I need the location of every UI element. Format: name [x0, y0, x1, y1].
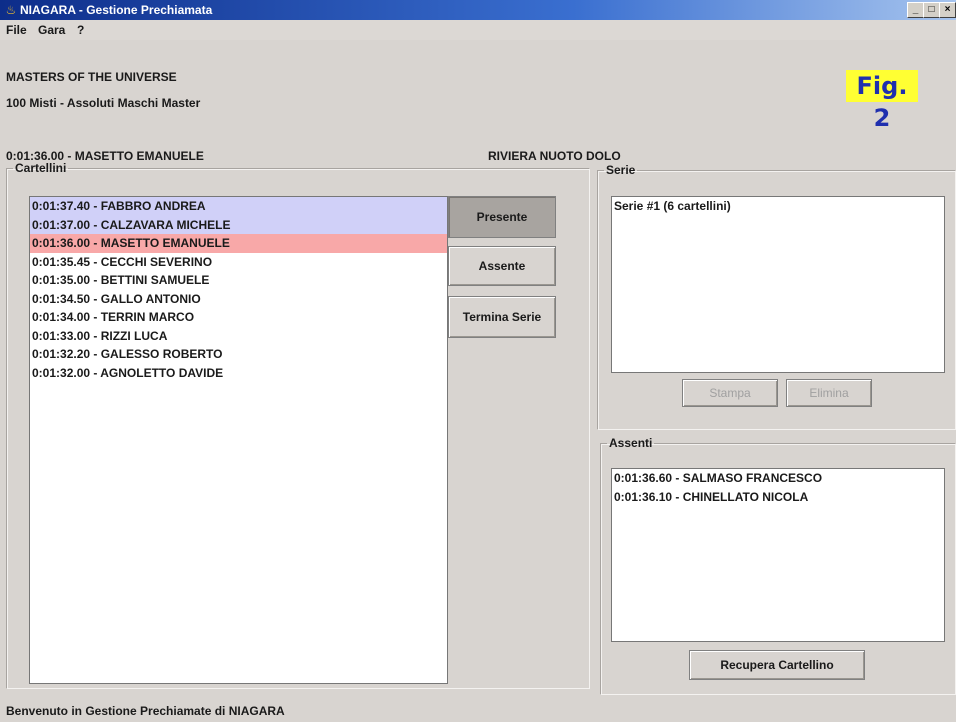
close-button[interactable]: ×: [939, 2, 956, 18]
assenti-list[interactable]: 0:01:36.60 - SALMASO FRANCESCO 0:01:36.10…: [611, 468, 945, 642]
list-item[interactable]: 0:01:32.00 - AGNOLETTO DAVIDE: [30, 364, 447, 383]
serie-legend: Serie: [606, 163, 636, 177]
menu-help[interactable]: ?: [77, 20, 84, 40]
assente-button[interactable]: Assente: [448, 246, 556, 286]
list-item[interactable]: 0:01:35.45 - CECCHI SEVERINO: [30, 253, 447, 272]
window-title: NIAGARA - Gestione Prechiamata: [20, 3, 213, 17]
title-bar: ♨ NIAGARA - Gestione Prechiamata _ □ ×: [0, 0, 956, 20]
coffee-cup-icon: ♨: [5, 3, 17, 17]
list-item[interactable]: 0:01:36.60 - SALMASO FRANCESCO: [612, 469, 944, 488]
maximize-button[interactable]: □: [923, 2, 940, 18]
list-item[interactable]: 0:01:36.10 - CHINELLATO NICOLA: [612, 488, 944, 507]
status-bar: Benvenuto in Gestione Prechiamate di NIA…: [0, 700, 956, 722]
menu-file[interactable]: File: [6, 20, 27, 40]
cartellini-list[interactable]: 0:01:37.40 - FABBRO ANDREA 0:01:37.00 - C…: [29, 196, 448, 684]
elimina-button[interactable]: Elimina: [786, 379, 872, 407]
stampa-button[interactable]: Stampa: [682, 379, 778, 407]
list-item[interactable]: 0:01:34.50 - GALLO ANTONIO: [30, 290, 447, 309]
list-item[interactable]: 0:01:37.00 - CALZAVARA MICHELE: [30, 215, 447, 234]
figure-tag: Fig. 2: [846, 70, 918, 132]
race-title: 100 Misti - Assoluti Maschi Master: [6, 96, 201, 110]
presente-button[interactable]: Presente: [448, 196, 556, 238]
list-item[interactable]: 0:01:37.40 - FABBRO ANDREA: [30, 197, 447, 216]
menu-gara[interactable]: Gara: [38, 20, 65, 40]
assenti-legend: Assenti: [609, 436, 653, 450]
list-item[interactable]: 0:01:32.20 - GALESSO ROBERTO: [30, 345, 447, 364]
status-text: Benvenuto in Gestione Prechiamate di NIA…: [6, 704, 285, 718]
list-item[interactable]: 0:01:36.00 - MASETTO EMANUELE: [30, 234, 447, 253]
list-item[interactable]: 0:01:35.00 - BETTINI SAMUELE: [30, 271, 447, 290]
minimize-button[interactable]: _: [907, 2, 924, 18]
cartellini-legend: Cartellini: [15, 161, 67, 175]
menu-bar: File Gara ?: [0, 20, 956, 40]
serie-list[interactable]: Serie #1 (6 cartellini): [611, 196, 945, 373]
list-item[interactable]: Serie #1 (6 cartellini): [612, 197, 944, 216]
event-title: MASTERS OF THE UNIVERSE: [6, 70, 177, 84]
termina-serie-button[interactable]: Termina Serie: [448, 296, 556, 338]
list-item[interactable]: 0:01:34.00 - TERRIN MARCO: [30, 308, 447, 327]
recupera-cartellino-button[interactable]: Recupera Cartellino: [689, 650, 865, 680]
list-item[interactable]: 0:01:33.00 - RIZZI LUCA: [30, 327, 447, 346]
